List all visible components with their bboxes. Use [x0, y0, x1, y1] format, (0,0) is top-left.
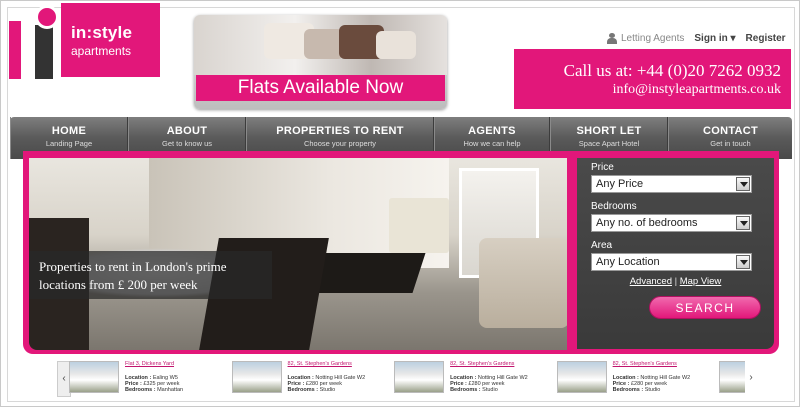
area-select[interactable]: Any Location — [591, 253, 752, 271]
hero-caption: Properties to rent in London's prime loc… — [29, 251, 272, 299]
search-panel: Price Any Price Bedrooms Any no. of bedr… — [577, 158, 774, 349]
listing-title[interactable]: 82, St. Stephen's Gardens — [613, 361, 677, 367]
search-links: Advanced | Map View — [577, 276, 774, 287]
letting-agents-label: Letting Agents — [621, 33, 685, 44]
nav-subtitle: Space Apart Hotel — [578, 139, 640, 148]
map-view-link[interactable]: Map View — [680, 276, 722, 287]
listing-bedrooms: Bedrooms : Studio — [287, 387, 336, 393]
letting-agents-link[interactable]: Letting Agents — [607, 33, 684, 44]
listing-thumbnail[interactable] — [231, 361, 282, 393]
listing-bedrooms: Bedrooms : Studio — [450, 387, 498, 393]
chevron-down-icon — [736, 177, 750, 191]
nav-subtitle: Choose your property — [303, 139, 377, 148]
nav-title: ABOUT — [166, 125, 208, 137]
logo-text[interactable]: in:style apartments — [61, 3, 160, 77]
advanced-search-link[interactable]: Advanced — [630, 276, 672, 287]
nav-title: CONTACT — [702, 125, 759, 137]
nav-title: SHORT LET — [576, 125, 642, 137]
phone-number[interactable]: Call us at: +44 (0)20 7262 0932 — [514, 61, 781, 81]
listing-card[interactable]: 82, St. Stephen's Gardens Location : Not… — [228, 358, 391, 400]
logo-mark[interactable] — [9, 3, 59, 79]
chevron-down-icon — [736, 255, 750, 269]
logo-dot — [35, 5, 59, 29]
nav-subtitle: Landing Page — [45, 139, 93, 148]
logo-bar — [35, 25, 53, 79]
area-label: Area — [591, 240, 613, 251]
logo-line2: apartments — [71, 44, 132, 58]
listing-thumbnail[interactable] — [394, 361, 445, 393]
banner-image — [194, 15, 447, 75]
nav-title: AGENTS — [468, 125, 516, 137]
listing-thumbnail[interactable] — [556, 361, 607, 393]
flats-banner[interactable]: Flats Available Now — [194, 15, 447, 109]
listing-carousel: Flat 3, Dickens Yard Location : Ealing W… — [55, 358, 756, 400]
nav-subtitle: Get to know us — [161, 139, 213, 148]
logo-bar — [9, 21, 21, 79]
listing-title[interactable]: Flat 3, Dickens Yard — [125, 361, 174, 367]
listing-card[interactable]: Flat 3, Dickens Yard Location : Ealing W… — [65, 358, 228, 400]
bedrooms-select[interactable]: Any no. of bedrooms — [591, 214, 752, 232]
nav-title: HOME — [51, 125, 87, 137]
bedrooms-value: Any no. of bedrooms — [596, 217, 698, 229]
price-label: Price — [591, 162, 614, 173]
listing-thumbnail[interactable] — [69, 361, 119, 393]
caret-down-icon: ▾ — [730, 33, 736, 44]
bedrooms-label: Bedrooms — [591, 201, 637, 212]
listing-bedrooms: Bedrooms : Manhattan — [125, 387, 184, 393]
page: in:style apartments Flats Available Now … — [0, 0, 800, 407]
search-button[interactable]: SEARCH — [649, 296, 761, 319]
logo-line1: in:style — [71, 23, 133, 42]
listing-card[interactable]: 82, St. Stephen's Gardens Location : Not… — [553, 358, 716, 400]
email-address[interactable]: info@instyleapartments.co.uk — [514, 82, 781, 98]
register-link[interactable]: Register — [746, 33, 786, 44]
price-value: Any Price — [596, 178, 644, 190]
carousel-next-button[interactable]: › — [745, 361, 757, 397]
hero-caption-line1: Properties to rent in London's prime — [39, 259, 227, 274]
nav-subtitle: How we can help — [463, 139, 521, 148]
listing-card[interactable]: 82, St. Stephen's Gardens Location : Not… — [390, 358, 553, 400]
link-separator: | — [674, 276, 678, 287]
price-select[interactable]: Any Price — [591, 175, 752, 193]
listing-title[interactable]: 82, St. Stephen's Gardens — [288, 361, 352, 367]
contact-box: Call us at: +44 (0)20 7262 0932 info@ins… — [514, 49, 791, 109]
user-icon — [607, 33, 617, 44]
nav-title: PROPERTIES TO RENT — [276, 125, 404, 137]
listing-bedrooms: Bedrooms : Studio — [612, 387, 661, 393]
banner-caption: Flats Available Now — [196, 75, 445, 101]
listing-title[interactable]: 82, St. Stephen's Gardens — [450, 361, 514, 367]
top-links: Letting Agents Sign in ▾ Register — [607, 33, 786, 44]
area-value: Any Location — [596, 256, 660, 268]
nav-subtitle: Get in touch — [710, 139, 751, 148]
signin-link[interactable]: Sign in ▾ — [694, 33, 735, 44]
chevron-down-icon — [736, 216, 750, 230]
signin-label: Sign in — [694, 33, 728, 44]
hero-caption-line2: locations from £ 200 per week — [39, 277, 198, 292]
